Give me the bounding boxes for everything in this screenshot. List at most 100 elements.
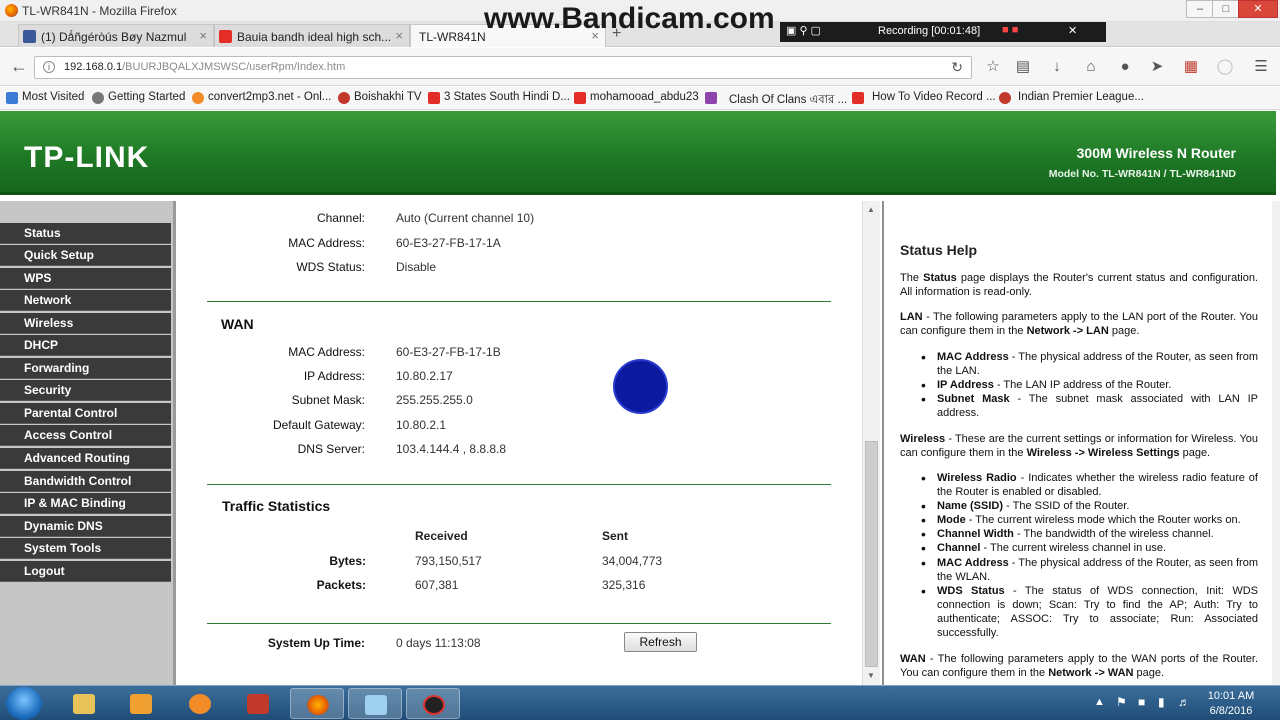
menu-item-wps[interactable]: WPS [0, 268, 171, 289]
bookmark-getting-started[interactable]: Getting Started [92, 91, 185, 104]
url-bar[interactable]: i 192.168.0.1/BUURJBQALXJMSWSC/userRpm/I… [34, 56, 972, 79]
menu-item-forwarding[interactable]: Forwarding [0, 358, 171, 379]
help-term: Network -> WAN [1048, 667, 1134, 679]
taskbar-firefox[interactable] [290, 688, 344, 719]
chat-icon[interactable]: ● [1114, 57, 1136, 77]
bandicam-watermark: www.Bandicam.com [484, 2, 775, 35]
taskbar-uc-browser[interactable] [173, 688, 227, 719]
tab-facebook[interactable]: (1) Dǻñgéròús Bøy Nazmul × [18, 24, 214, 47]
menu-item-dhcp[interactable]: DHCP [0, 335, 171, 356]
tray-flag-icon[interactable]: ⚑ [1116, 695, 1127, 709]
tab-close-icon[interactable]: × [395, 28, 403, 43]
menu-item-ip-mac-binding[interactable]: IP & MAC Binding [0, 493, 171, 514]
tab-close-icon[interactable]: × [199, 28, 207, 43]
help-text: The [900, 272, 924, 284]
menu-item-security[interactable]: Security [0, 380, 171, 401]
taskbar-explorer[interactable] [57, 688, 111, 719]
close-window-button[interactable]: ✕ [1238, 0, 1278, 18]
taskbar-clock[interactable]: 10:01 AM 6/8/2016 [1200, 689, 1262, 719]
wlan-mac-value: 60-E3-27-FB-17-1A [396, 236, 501, 250]
recorder-app-icon [247, 694, 269, 714]
scroll-up-icon[interactable]: ▲ [867, 205, 875, 214]
tray-network-icon[interactable]: ▮ [1158, 695, 1165, 709]
help-wireless-item: WDS Status - The status of WDS connectio… [921, 584, 1258, 640]
help-term: Status [923, 272, 957, 284]
sent-header: Sent [602, 529, 629, 543]
home-icon[interactable]: ⌂ [1080, 57, 1102, 77]
taskbar-bandicam[interactable] [406, 688, 460, 719]
menu-item-access-control[interactable]: Access Control [0, 425, 171, 446]
bookmark-how-to-video[interactable]: How To Video Record ... [852, 91, 996, 104]
facebook-icon [23, 30, 36, 43]
bookmark-3-states[interactable]: 3 States South Hindi D... [428, 91, 570, 104]
help-lan: LAN - The following parameters apply to … [900, 310, 1258, 338]
addon-icon[interactable]: ◯ [1214, 57, 1236, 77]
tray-app-icon[interactable]: ■ [1138, 695, 1145, 709]
status-content: Channel: Auto (Current channel 10) MAC A… [178, 201, 883, 685]
wan-mask-value: 255.255.255.0 [396, 393, 473, 407]
scrollbar-thumb[interactable] [865, 441, 878, 667]
help-text: - The current wireless mode which the Ro… [965, 514, 1241, 526]
recorder-controls-icon[interactable]: ▣ ⚲ ▢ [786, 24, 821, 37]
help-text: - The SSID of the Router. [1003, 500, 1130, 512]
menu-item-parental-control[interactable]: Parental Control [0, 403, 171, 424]
menu-item-advanced-routing[interactable]: Advanced Routing [0, 448, 171, 469]
wan-mask-label: Subnet Mask: [291, 393, 365, 407]
menu-item-bandwidth-control[interactable]: Bandwidth Control [0, 471, 171, 492]
tray-expand-icon[interactable]: ▲ [1094, 696, 1105, 708]
bookmark-most-visited[interactable]: Most Visited [6, 91, 84, 104]
menu-item-wireless[interactable]: Wireless [0, 313, 171, 334]
notepad-icon [365, 695, 387, 715]
menu-item-status[interactable]: Status [0, 223, 171, 244]
packets-received: 607,381 [415, 578, 459, 592]
recorder-stop-icon[interactable]: ■ ■ [1002, 24, 1018, 36]
help-scrollbar[interactable] [1272, 201, 1280, 685]
menu-item-network[interactable]: Network [0, 290, 171, 311]
start-button[interactable] [6, 687, 42, 720]
help-term: Wireless Radio [937, 472, 1017, 484]
bookmark-label: mohamooad_abdu23 [590, 91, 699, 103]
help-term: MAC Address [937, 557, 1009, 569]
reading-list-icon[interactable]: ▤ [1012, 57, 1034, 77]
bookmark-convert2mp3[interactable]: convert2mp3.net - Onl... [192, 91, 331, 104]
apps-grid-icon[interactable]: ▦ [1180, 57, 1202, 77]
bookmark-mohamooad[interactable]: mohamooad_abdu23 [574, 91, 699, 104]
send-icon[interactable]: ➤ [1146, 57, 1168, 77]
minimize-button[interactable]: – [1186, 0, 1214, 18]
menu-icon[interactable]: ☰ [1250, 57, 1272, 77]
channel-value: Auto (Current channel 10) [396, 211, 535, 225]
refresh-button[interactable]: Refresh [624, 632, 697, 652]
bookmark-clash-of-clans[interactable]: Clash Of Clans এবার ... [705, 91, 847, 110]
maximize-button[interactable]: □ [1212, 0, 1240, 18]
tab-label: (1) Dǻñgéròús Bøy Nazmul [41, 30, 187, 44]
firefox-icon [307, 695, 329, 715]
tray-volume-icon[interactable]: ♬ [1178, 695, 1190, 709]
content-scrollbar[interactable]: ▲ ▼ [862, 201, 880, 685]
bookmark-boishakhi-tv[interactable]: Boishakhi TV [338, 91, 422, 104]
bookmark-icon [705, 92, 717, 104]
wds-status-value: Disable [396, 260, 437, 274]
help-title: Status Help [900, 242, 978, 258]
menu-item-quick-setup[interactable]: Quick Setup [0, 245, 171, 266]
taskbar-recorder[interactable] [231, 688, 285, 719]
bookmark-label: Indian Premier League... [1018, 91, 1144, 103]
bookmark-label: Boishakhi TV [354, 91, 422, 103]
download-icon[interactable]: ↓ [1046, 57, 1068, 77]
recorder-close-icon[interactable]: ✕ [1068, 24, 1077, 37]
tab-youtube[interactable]: Bauia bandh ideal high sch... × [214, 24, 410, 47]
back-icon[interactable]: ← [8, 56, 30, 76]
help-term: Wireless [900, 433, 946, 445]
bookmark-icon [92, 92, 104, 104]
scroll-down-icon[interactable]: ▼ [867, 671, 875, 680]
menu-item-dynamic-dns[interactable]: Dynamic DNS [0, 516, 171, 537]
menu-item-logout[interactable]: Logout [0, 561, 171, 582]
bookmark-ipl[interactable]: Indian Premier League... [999, 91, 1144, 104]
reload-icon[interactable]: ↻ [951, 59, 963, 76]
taskbar-notepad[interactable] [348, 688, 402, 719]
wan-mac-label: MAC Address: [288, 345, 365, 359]
bookmark-star-icon[interactable]: ☆ [982, 57, 1004, 77]
menu-item-system-tools[interactable]: System Tools [0, 538, 171, 559]
taskbar-media-player[interactable] [114, 688, 168, 719]
wan-dns-value: 103.4.144.4 , 8.8.8.8 [396, 442, 507, 456]
info-icon[interactable]: i [43, 61, 55, 73]
